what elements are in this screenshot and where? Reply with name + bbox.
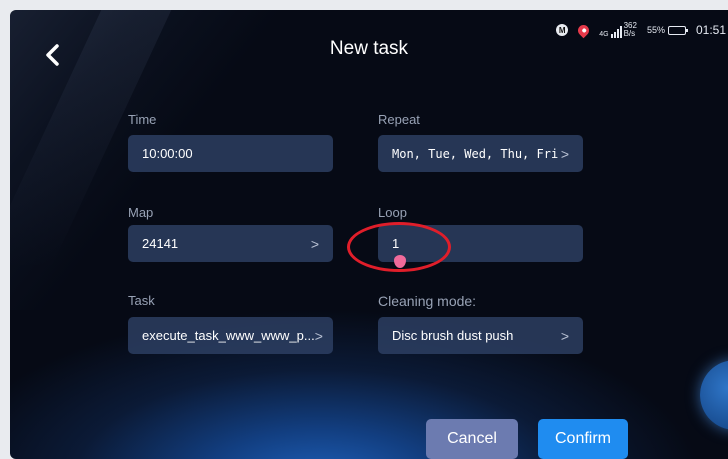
time-label: Time — [128, 112, 157, 127]
chevron-right-icon: > — [314, 327, 323, 344]
task-field[interactable]: execute_task_www_www_p... > — [128, 317, 333, 354]
map-field[interactable]: 24141 > — [128, 225, 333, 262]
battery-indicator: 55% — [646, 25, 688, 35]
network-speed-unit: B/s — [623, 29, 636, 38]
cleaning-mode-value: Disc brush dust push — [392, 328, 514, 343]
cleaning-mode-label: Cleaning mode: — [378, 293, 477, 309]
network-type: 4G — [599, 31, 609, 38]
battery-percent: 55% — [646, 25, 665, 35]
chevron-right-icon: > — [560, 327, 569, 344]
signal-group: 4G 362 B/s — [599, 22, 637, 38]
repeat-label: Repeat — [378, 112, 420, 127]
time-value: 10:00:00 — [142, 146, 193, 161]
page-title: New task — [329, 38, 409, 59]
location-pin-icon — [575, 22, 592, 38]
task-value: execute_task_www_www_p... — [142, 328, 315, 343]
cancel-button[interactable]: Cancel — [426, 419, 518, 459]
cleaning-mode-field[interactable]: Disc brush dust push > — [378, 317, 583, 354]
battery-icon — [667, 25, 688, 35]
status-bar: M 4G 362 B/s 55% 01:51 — [556, 20, 728, 40]
map-label: Map — [128, 205, 154, 220]
repeat-value: Mon, Tue, Wed, Thu, Fri — [392, 146, 559, 161]
chevron-right-icon: > — [310, 235, 319, 252]
loop-label: Loop — [378, 205, 407, 220]
time-field[interactable]: 10:00:00 — [128, 135, 333, 172]
repeat-field[interactable]: Mon, Tue, Wed, Thu, Fri > — [378, 135, 583, 172]
task-label: Task — [128, 293, 155, 308]
network-speed: 362 B/s — [624, 22, 637, 38]
app-screen: M 4G 362 B/s 55% 01:51 New task Time 10:… — [10, 10, 728, 459]
m-badge-icon: M — [556, 24, 569, 36]
map-value: 24141 — [142, 236, 179, 251]
floating-action-button[interactable] — [700, 360, 728, 430]
chevron-right-icon: > — [560, 145, 569, 162]
confirm-button[interactable]: Confirm — [538, 419, 628, 459]
clock: 01:51 — [695, 23, 726, 37]
signal-strength-icon — [610, 26, 622, 38]
